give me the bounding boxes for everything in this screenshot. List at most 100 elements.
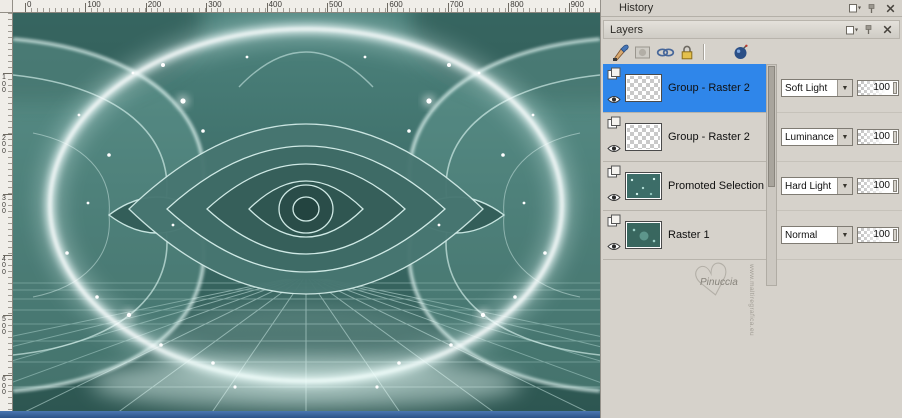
opacity-value: 100: [873, 229, 890, 240]
layer-row[interactable]: Raster 1: [603, 211, 766, 260]
blend-mode-select[interactable]: Hard Light ▼: [781, 177, 853, 195]
close-icon[interactable]: [881, 24, 894, 36]
ruler-tick: [145, 3, 147, 12]
ruler-label: 800: [510, 0, 524, 9]
blend-mode-select[interactable]: Soft Light ▼: [781, 79, 853, 97]
edit-brush-icon[interactable]: [610, 43, 632, 62]
ruler-tick: [85, 3, 87, 12]
mask-icon[interactable]: [632, 43, 654, 62]
ruler-tick: [508, 3, 510, 12]
layers-panel-header[interactable]: Layers: [603, 20, 900, 39]
ruler-label: 400: [2, 255, 6, 276]
ruler-label: 200: [2, 134, 6, 155]
layer-thumbnail[interactable]: [625, 172, 662, 200]
chevron-down-icon[interactable]: ▼: [837, 129, 852, 145]
chevron-down-icon[interactable]: ▼: [837, 227, 852, 243]
visibility-eye-icon[interactable]: [606, 140, 621, 158]
layer-icons: [603, 165, 624, 207]
app-window: 0 100 200 300 400 500 600 700 800 900 100 200 300 40…: [0, 0, 902, 418]
opacity-slider[interactable]: 100: [857, 178, 899, 194]
panel-menu-icon[interactable]: [845, 24, 858, 36]
panel-menu-icon[interactable]: [848, 2, 861, 14]
opacity-slider-handle[interactable]: [893, 229, 897, 241]
pin-icon[interactable]: [866, 2, 879, 14]
layer-type-icon: [607, 116, 621, 134]
visibility-eye-icon[interactable]: [606, 238, 621, 256]
visibility-eye-icon[interactable]: [606, 91, 621, 109]
blend-mode-select[interactable]: Luminance (L)▼: [781, 128, 853, 146]
ruler-horizontal: 0 100 200 300 400 500 600 700 800 900: [13, 0, 600, 13]
ruler-tick: [25, 3, 26, 12]
ruler-label: 300: [2, 195, 6, 216]
ruler-tick: [387, 3, 389, 12]
layer-properties: Hard Light ▼ 100: [777, 162, 902, 211]
ruler-corner: [0, 0, 13, 13]
layer-type-icon: [607, 67, 621, 85]
layer-name: Raster 1: [668, 229, 710, 241]
history-header-icons: [848, 2, 897, 14]
layer-thumbnail[interactable]: [625, 221, 662, 249]
layer-icons: [603, 67, 624, 109]
script-bomb-icon[interactable]: [730, 43, 752, 62]
ruler-label: 600: [2, 376, 6, 397]
ruler-label: 500: [329, 0, 343, 9]
opacity-slider[interactable]: 100: [857, 227, 899, 243]
ruler-label: 0: [27, 0, 32, 9]
ruler-tick: [266, 3, 268, 12]
ruler-label: 100: [87, 0, 101, 9]
layer-properties: Luminance (L)▼ 100: [777, 113, 902, 162]
layer-name: Group - Raster 2: [668, 82, 750, 94]
chevron-down-icon[interactable]: ▼: [837, 80, 852, 96]
opacity-slider[interactable]: 100: [857, 80, 899, 96]
ruler-label: 900: [570, 0, 584, 9]
blend-mode-select[interactable]: Normal ▼: [781, 226, 853, 244]
layer-type-icon: [607, 214, 621, 232]
pin-icon[interactable]: [863, 24, 876, 36]
opacity-slider-handle[interactable]: [893, 82, 897, 94]
opacity-slider-handle[interactable]: [893, 180, 897, 192]
layers-header-icons: [845, 24, 894, 36]
canvas-bottom-scrollbar[interactable]: [0, 411, 600, 418]
layers-scrollbar[interactable]: [766, 64, 777, 286]
layer-thumbnail[interactable]: [625, 123, 662, 151]
scrollbar-thumb[interactable]: [768, 66, 775, 187]
layer-properties-column: Soft Light▼100Luminance (L)▼100Hard Ligh…: [777, 64, 902, 260]
canvas-image[interactable]: [0, 0, 750, 411]
ruler-label: 100: [2, 74, 6, 95]
layer-row[interactable]: Group - Raster 2: [603, 113, 766, 162]
layers-toolbar: [603, 41, 900, 63]
layer-names-column: Group - Raster 2 Group - Raster 2 Promoted…: [603, 64, 766, 260]
layer-thumbnail[interactable]: [625, 74, 662, 102]
blend-mode-value: Soft Light: [785, 82, 828, 94]
blend-mode-value: Hard Light: [785, 180, 832, 192]
opacity-value: 100: [873, 131, 890, 142]
opacity-value: 100: [873, 180, 890, 191]
visibility-eye-icon[interactable]: [606, 189, 621, 207]
opacity-slider-handle[interactable]: [893, 131, 897, 143]
layer-row[interactable]: Promoted Selection: [603, 162, 766, 211]
ruler-label: 400: [268, 0, 282, 9]
ruler-tick: [447, 3, 449, 12]
close-icon[interactable]: [884, 2, 897, 14]
opacity-slider[interactable]: 100: [857, 129, 899, 145]
ruler-tick: [327, 3, 328, 12]
layer-type-icon: [607, 165, 621, 183]
layer-row[interactable]: Group - Raster 2: [603, 64, 766, 113]
link-layers-icon[interactable]: [654, 43, 676, 62]
layers-title: Layers: [610, 23, 644, 36]
layer-name: Group - Raster 2: [668, 131, 750, 143]
chevron-down-icon[interactable]: ▼: [837, 178, 852, 194]
canvas-artwork: [0, 0, 750, 411]
lock-transparency-icon[interactable]: [676, 43, 698, 62]
layer-icons: [603, 214, 624, 256]
ruler-tick: [206, 3, 208, 12]
blend-mode-value: Normal: [785, 229, 818, 241]
ruler-label: 700: [449, 0, 464, 9]
opacity-value: 100: [873, 82, 890, 93]
layer-properties: Soft Light ▼ 100: [777, 64, 902, 113]
history-panel-header[interactable]: History: [601, 0, 902, 17]
ruler-label: 600: [389, 0, 403, 9]
history-title: History: [619, 2, 654, 14]
ruler-label: 300: [208, 0, 222, 9]
layer-properties: Normal ▼ 100: [777, 211, 902, 260]
